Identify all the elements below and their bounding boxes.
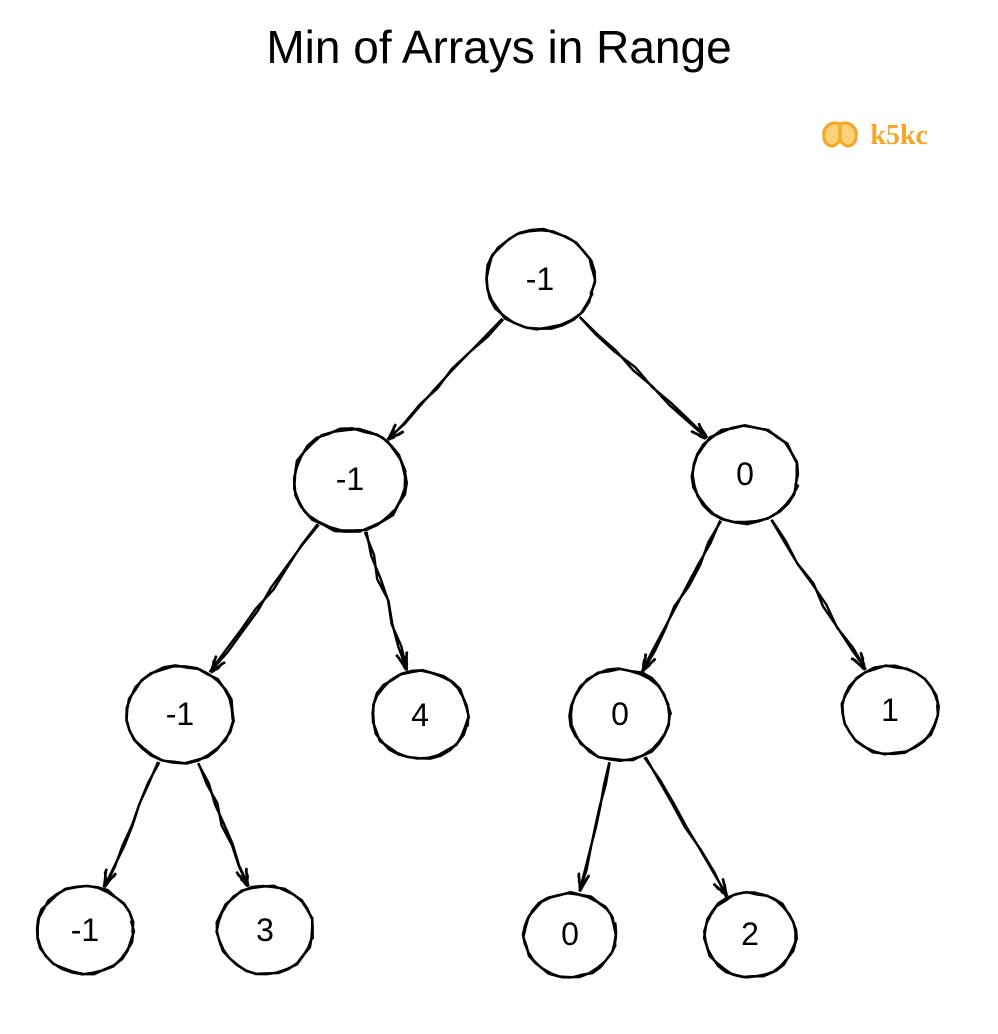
tree-node-value: -1 xyxy=(71,912,99,949)
tree-node-rl: 0 xyxy=(568,667,672,763)
tree-edge xyxy=(104,762,159,887)
tree-edge xyxy=(198,764,248,886)
tree-node-l: -1 xyxy=(292,427,408,534)
tree-node-lr: 4 xyxy=(370,669,470,761)
tree-node-rll: 0 xyxy=(522,891,618,979)
tree-node-value: 4 xyxy=(411,697,429,734)
tree-edge xyxy=(771,520,865,669)
tree-edge xyxy=(365,533,407,670)
diagram-stage: Min of Arrays in Range k5kc -1-10-1401-1… xyxy=(0,0,998,1034)
tree-edge xyxy=(579,316,708,439)
tree-edge xyxy=(580,763,610,890)
tree-node-llr: 3 xyxy=(215,884,315,976)
tree-node-root: -1 xyxy=(484,228,596,331)
tree-node-rlr: 2 xyxy=(702,891,798,979)
tree-node-ll: -1 xyxy=(125,664,235,765)
tree-node-rr: 1 xyxy=(840,664,940,756)
tree-edge xyxy=(210,524,319,672)
tree-node-value: 0 xyxy=(611,696,629,733)
tree-node-value: 0 xyxy=(561,916,579,953)
tree-node-r: 0 xyxy=(690,424,800,525)
tree-node-value: -1 xyxy=(166,696,194,733)
tree-node-value: 0 xyxy=(736,456,754,493)
tree-edge xyxy=(645,757,727,896)
tree-node-lll: -1 xyxy=(35,884,135,976)
tree-node-value: -1 xyxy=(336,461,364,498)
tree-node-value: 1 xyxy=(881,692,899,729)
tree-node-value: -1 xyxy=(526,261,554,298)
tree-edge xyxy=(642,521,721,671)
tree-edge xyxy=(387,318,503,440)
tree-node-value: 2 xyxy=(741,916,759,953)
edges-layer xyxy=(0,0,998,1034)
tree-node-value: 3 xyxy=(256,912,274,949)
